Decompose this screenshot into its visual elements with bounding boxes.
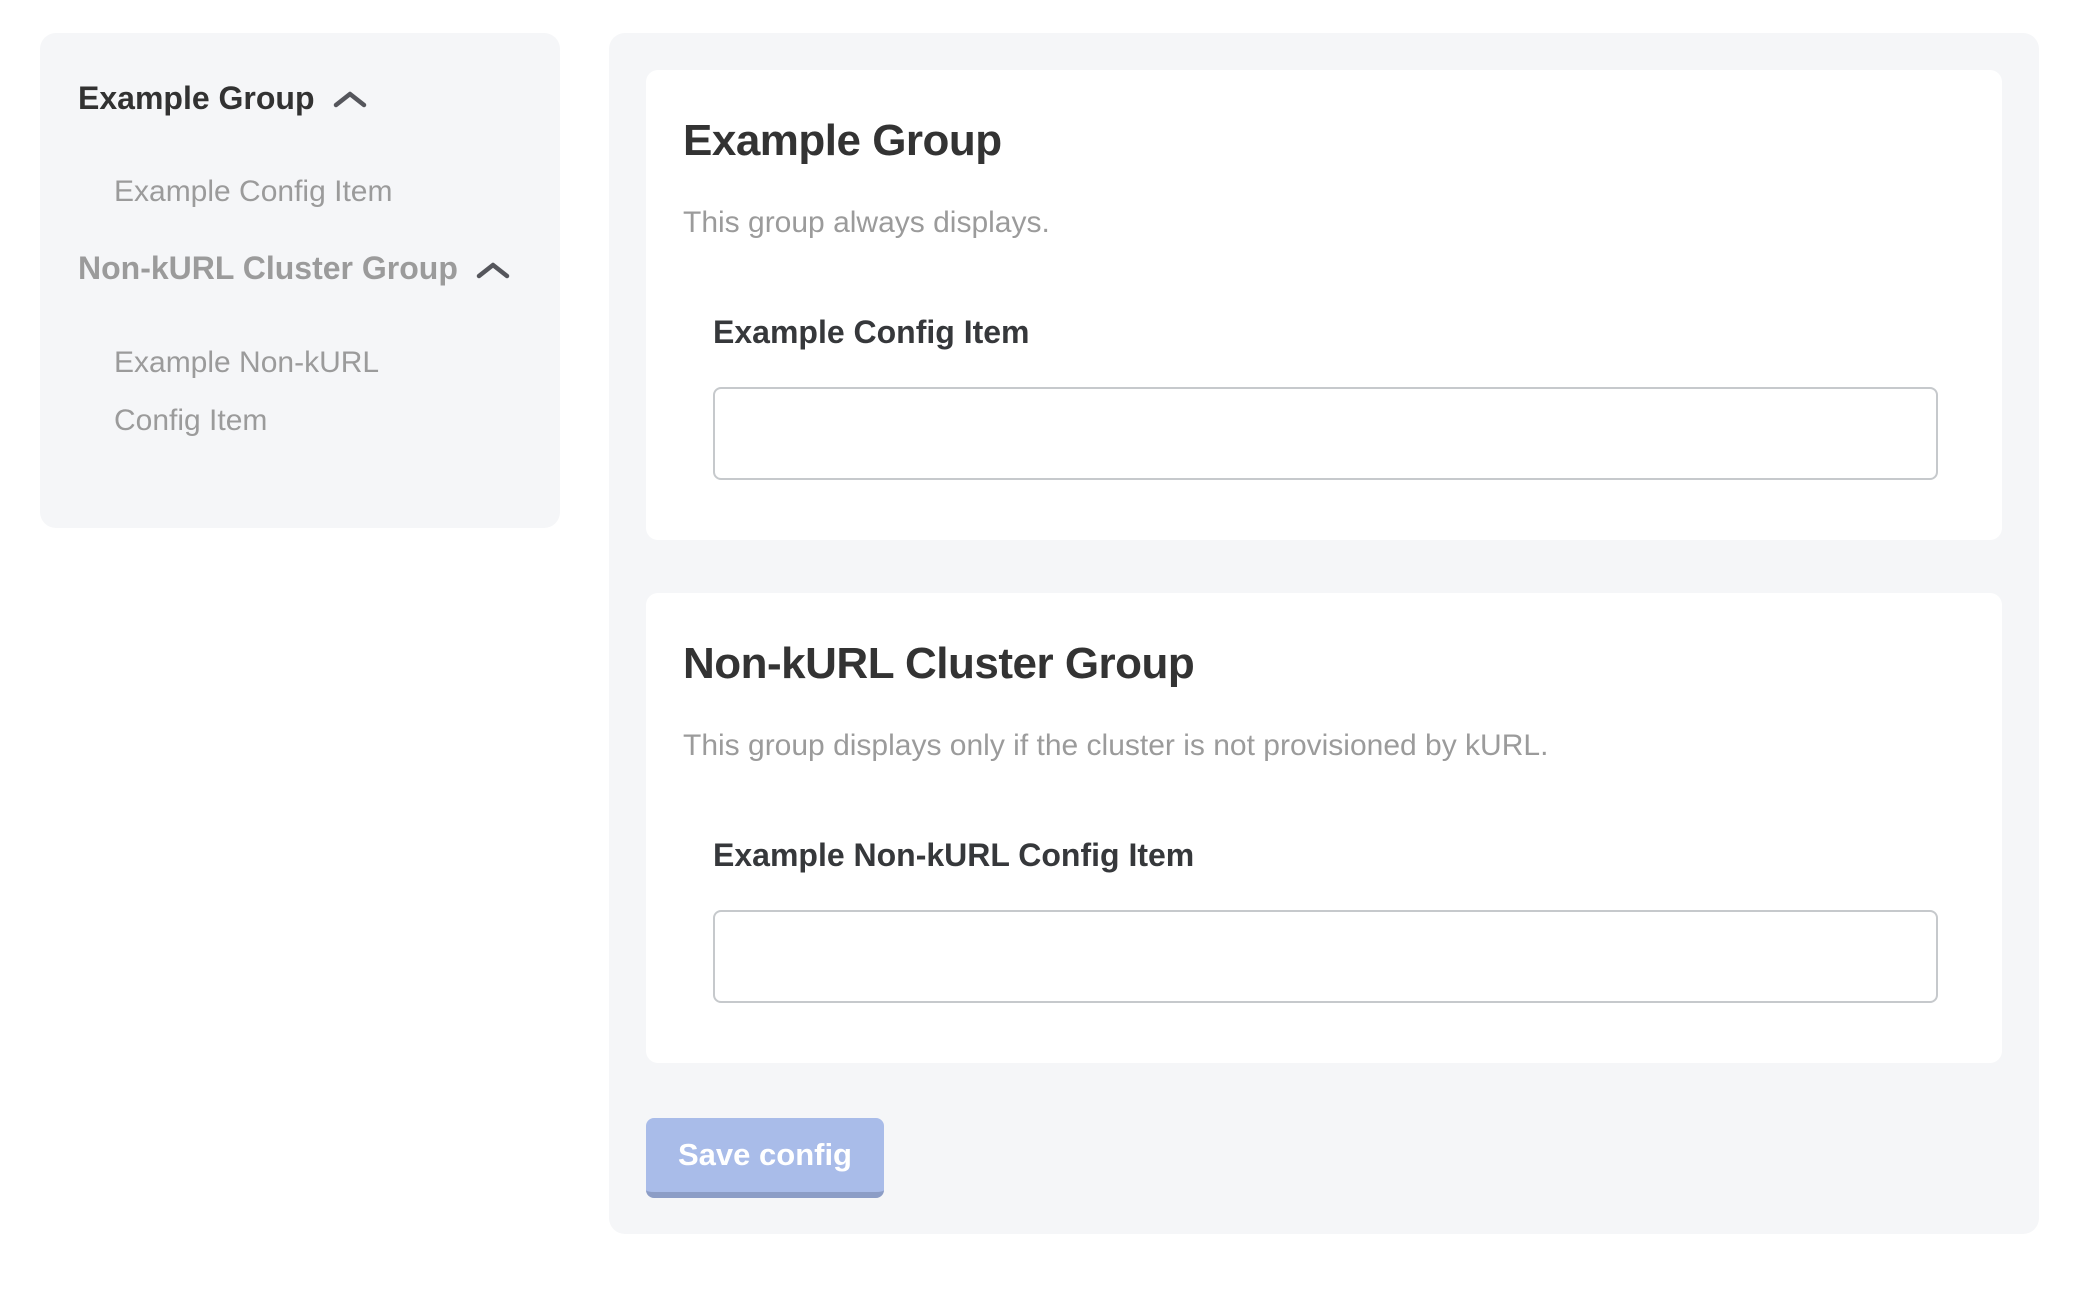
chevron-up-icon	[333, 90, 367, 110]
save-config-button[interactable]: Save config	[646, 1118, 884, 1198]
config-group-card-non-kurl-cluster-group: Non-kURL Cluster Group This group displa…	[646, 593, 2002, 1063]
group-description: This group displays only if the cluster …	[683, 728, 1965, 764]
sidebar-group-label: Non-kURL Cluster Group	[78, 249, 458, 287]
sidebar-item-label: Example Config Item	[114, 175, 392, 208]
config-item-example-non-kurl-config-item: Example Non-kURL Config Item	[713, 836, 1938, 1003]
sidebar-item-example-config-item[interactable]: Example Config Item	[114, 163, 444, 221]
config-group-card-example-group: Example Group This group always displays…	[646, 70, 2002, 540]
sidebar-item-label: Example Non-kURL Config Item	[114, 346, 378, 437]
group-description: This group always displays.	[683, 205, 1965, 241]
group-title: Non-kURL Cluster Group	[683, 639, 1965, 690]
example-config-item-input[interactable]	[713, 387, 1938, 480]
config-nav-sidebar: Example Group Example Config Item Non-kU…	[40, 33, 560, 528]
sidebar-item-example-non-kurl-config-item[interactable]: Example Non-kURL Config Item	[114, 334, 444, 450]
sidebar-group-example-group[interactable]: Example Group	[78, 79, 530, 117]
sidebar-group-label: Example Group	[78, 79, 315, 117]
sidebar-group-non-kurl-cluster-group[interactable]: Non-kURL Cluster Group	[78, 249, 530, 287]
group-title: Example Group	[683, 116, 1965, 167]
config-page: Example Group Example Config Item Non-kU…	[0, 0, 2084, 1234]
example-non-kurl-config-item-input[interactable]	[713, 910, 1938, 1003]
config-item-example-config-item: Example Config Item	[713, 313, 1938, 480]
config-panel: Example Group This group always displays…	[609, 33, 2039, 1234]
config-item-label: Example Non-kURL Config Item	[713, 836, 1938, 874]
chevron-up-icon	[476, 261, 510, 281]
config-item-label: Example Config Item	[713, 313, 1938, 351]
